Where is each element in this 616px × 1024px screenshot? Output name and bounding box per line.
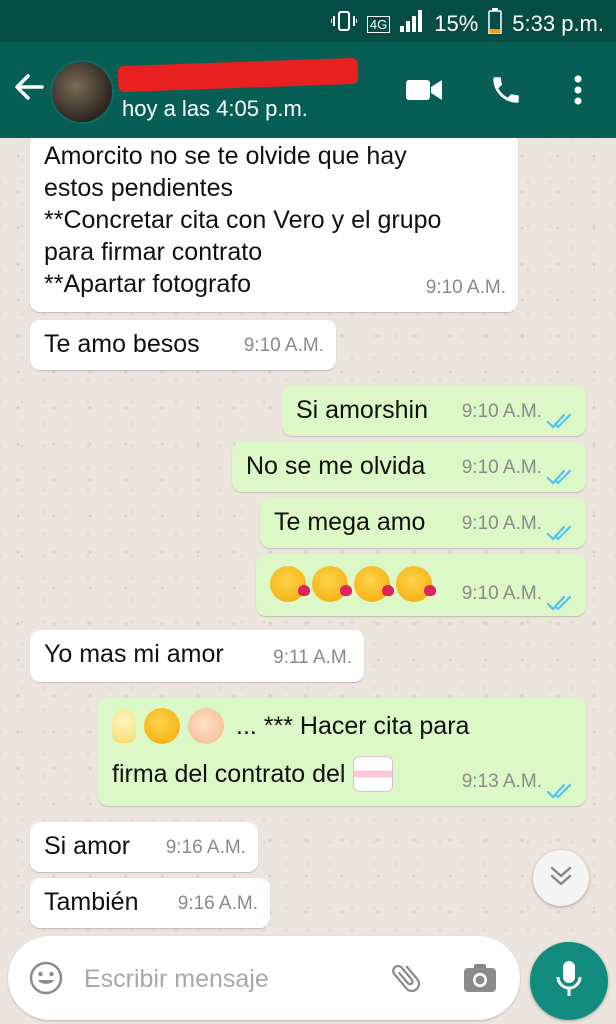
message-bubble-incoming[interactable]: También 9:16 A.M.: [30, 878, 270, 928]
message-bubble-outgoing[interactable]: 9:10 A.M.: [256, 554, 586, 616]
message-time: 9:10 A.M.: [243, 335, 324, 356]
message-composer: [8, 936, 520, 1020]
redacted-contact-name[interactable]: [117, 57, 359, 93]
message-text: Si amor: [44, 832, 131, 860]
message-text: Yo mas mi amor: [44, 640, 224, 668]
message-text: Te amo besos: [44, 330, 200, 358]
message-time: 9:10 A.M.: [425, 277, 506, 298]
more-vert-icon[interactable]: [558, 70, 598, 110]
last-seen-status: hoy a las 4:05 p.m.: [122, 96, 308, 121]
video-call-icon[interactable]: [404, 70, 444, 110]
relieved-face-emoji: [144, 708, 180, 744]
message-text: Te mega amo: [274, 508, 426, 536]
message-time: 9:10 A.M.: [461, 401, 542, 422]
message-text: No se me olvida: [246, 452, 426, 480]
read-ticks-icon: [546, 776, 574, 799]
face-blowing-kiss-emoji: [270, 566, 310, 602]
message-time: 9:10 A.M.: [461, 513, 542, 534]
face-blowing-kiss-emoji: [396, 566, 436, 602]
back-arrow-icon[interactable]: [12, 70, 46, 104]
message-bubble-outgoing[interactable]: Te mega amo 9:10 A.M.: [260, 498, 586, 548]
message-time: 9:16 A.M.: [177, 893, 258, 914]
message-text-line2: firma del contrato del: [112, 760, 346, 788]
status-bar: 4G 15% 5:33 p.m.: [0, 0, 616, 42]
read-ticks-icon: [546, 462, 574, 485]
message-time: 9:10 A.M.: [461, 457, 542, 478]
avatar[interactable]: [50, 60, 114, 124]
read-ticks-icon: [546, 588, 574, 611]
mic-icon: [556, 960, 582, 1003]
read-ticks-icon: [546, 518, 574, 541]
read-ticks-icon: [546, 406, 574, 429]
face-blowing-kiss-emoji: [312, 566, 352, 602]
chat-area[interactable]: Amorcito no se te olvide que hay estos p…: [0, 138, 616, 938]
emoji-icon[interactable]: [26, 958, 66, 998]
message-input[interactable]: [82, 956, 376, 1002]
clock: 5:33 p.m.: [512, 11, 604, 36]
network-type-label: 4G: [366, 15, 391, 33]
voice-record-button[interactable]: [530, 942, 608, 1020]
message-text-line1: ... *** Hacer cita para: [236, 712, 470, 740]
double-chevron-down-icon: [549, 865, 573, 892]
battery-icon: [488, 8, 503, 40]
vibrate-icon: [329, 10, 358, 38]
message-bubble-incoming[interactable]: Amorcito no se te olvide que hay estos p…: [30, 138, 518, 312]
message-text: Si amorshin: [296, 396, 428, 424]
message-time: 9:10 A.M.: [461, 583, 542, 604]
message-time: 9:11 A.M.: [273, 647, 352, 668]
attach-icon[interactable]: [386, 958, 426, 998]
battery-percent: 15%: [434, 11, 479, 36]
message-time: 9:13 A.M.: [461, 771, 542, 792]
message-time: 9:16 A.M.: [165, 837, 246, 858]
light-bulb-emoji: [112, 709, 136, 743]
message-bubble-outgoing[interactable]: ... *** Hacer cita para firma del contra…: [98, 698, 586, 806]
message-bubble-incoming[interactable]: Si amor 9:16 A.M.: [30, 822, 258, 872]
ok-hand-emoji: [188, 708, 224, 744]
face-blowing-kiss-emoji: [354, 566, 394, 602]
camera-icon[interactable]: [460, 958, 500, 998]
message-bubble-incoming[interactable]: Te amo besos 9:10 A.M.: [30, 320, 336, 370]
phone-icon[interactable]: [486, 70, 526, 110]
message-bubble-outgoing[interactable]: No se me olvida 9:10 A.M.: [232, 442, 586, 492]
birthday-cake-emoji: [353, 756, 394, 792]
chat-header: hoy a las 4:05 p.m.: [0, 42, 616, 138]
message-bubble-incoming[interactable]: Yo mas mi amor 9:11 A.M.: [30, 630, 364, 682]
message-bubble-outgoing[interactable]: Si amorshin 9:10 A.M.: [282, 386, 586, 436]
signal-icon: [400, 10, 424, 38]
scroll-down-button[interactable]: [533, 850, 589, 906]
message-text: También: [44, 888, 139, 916]
